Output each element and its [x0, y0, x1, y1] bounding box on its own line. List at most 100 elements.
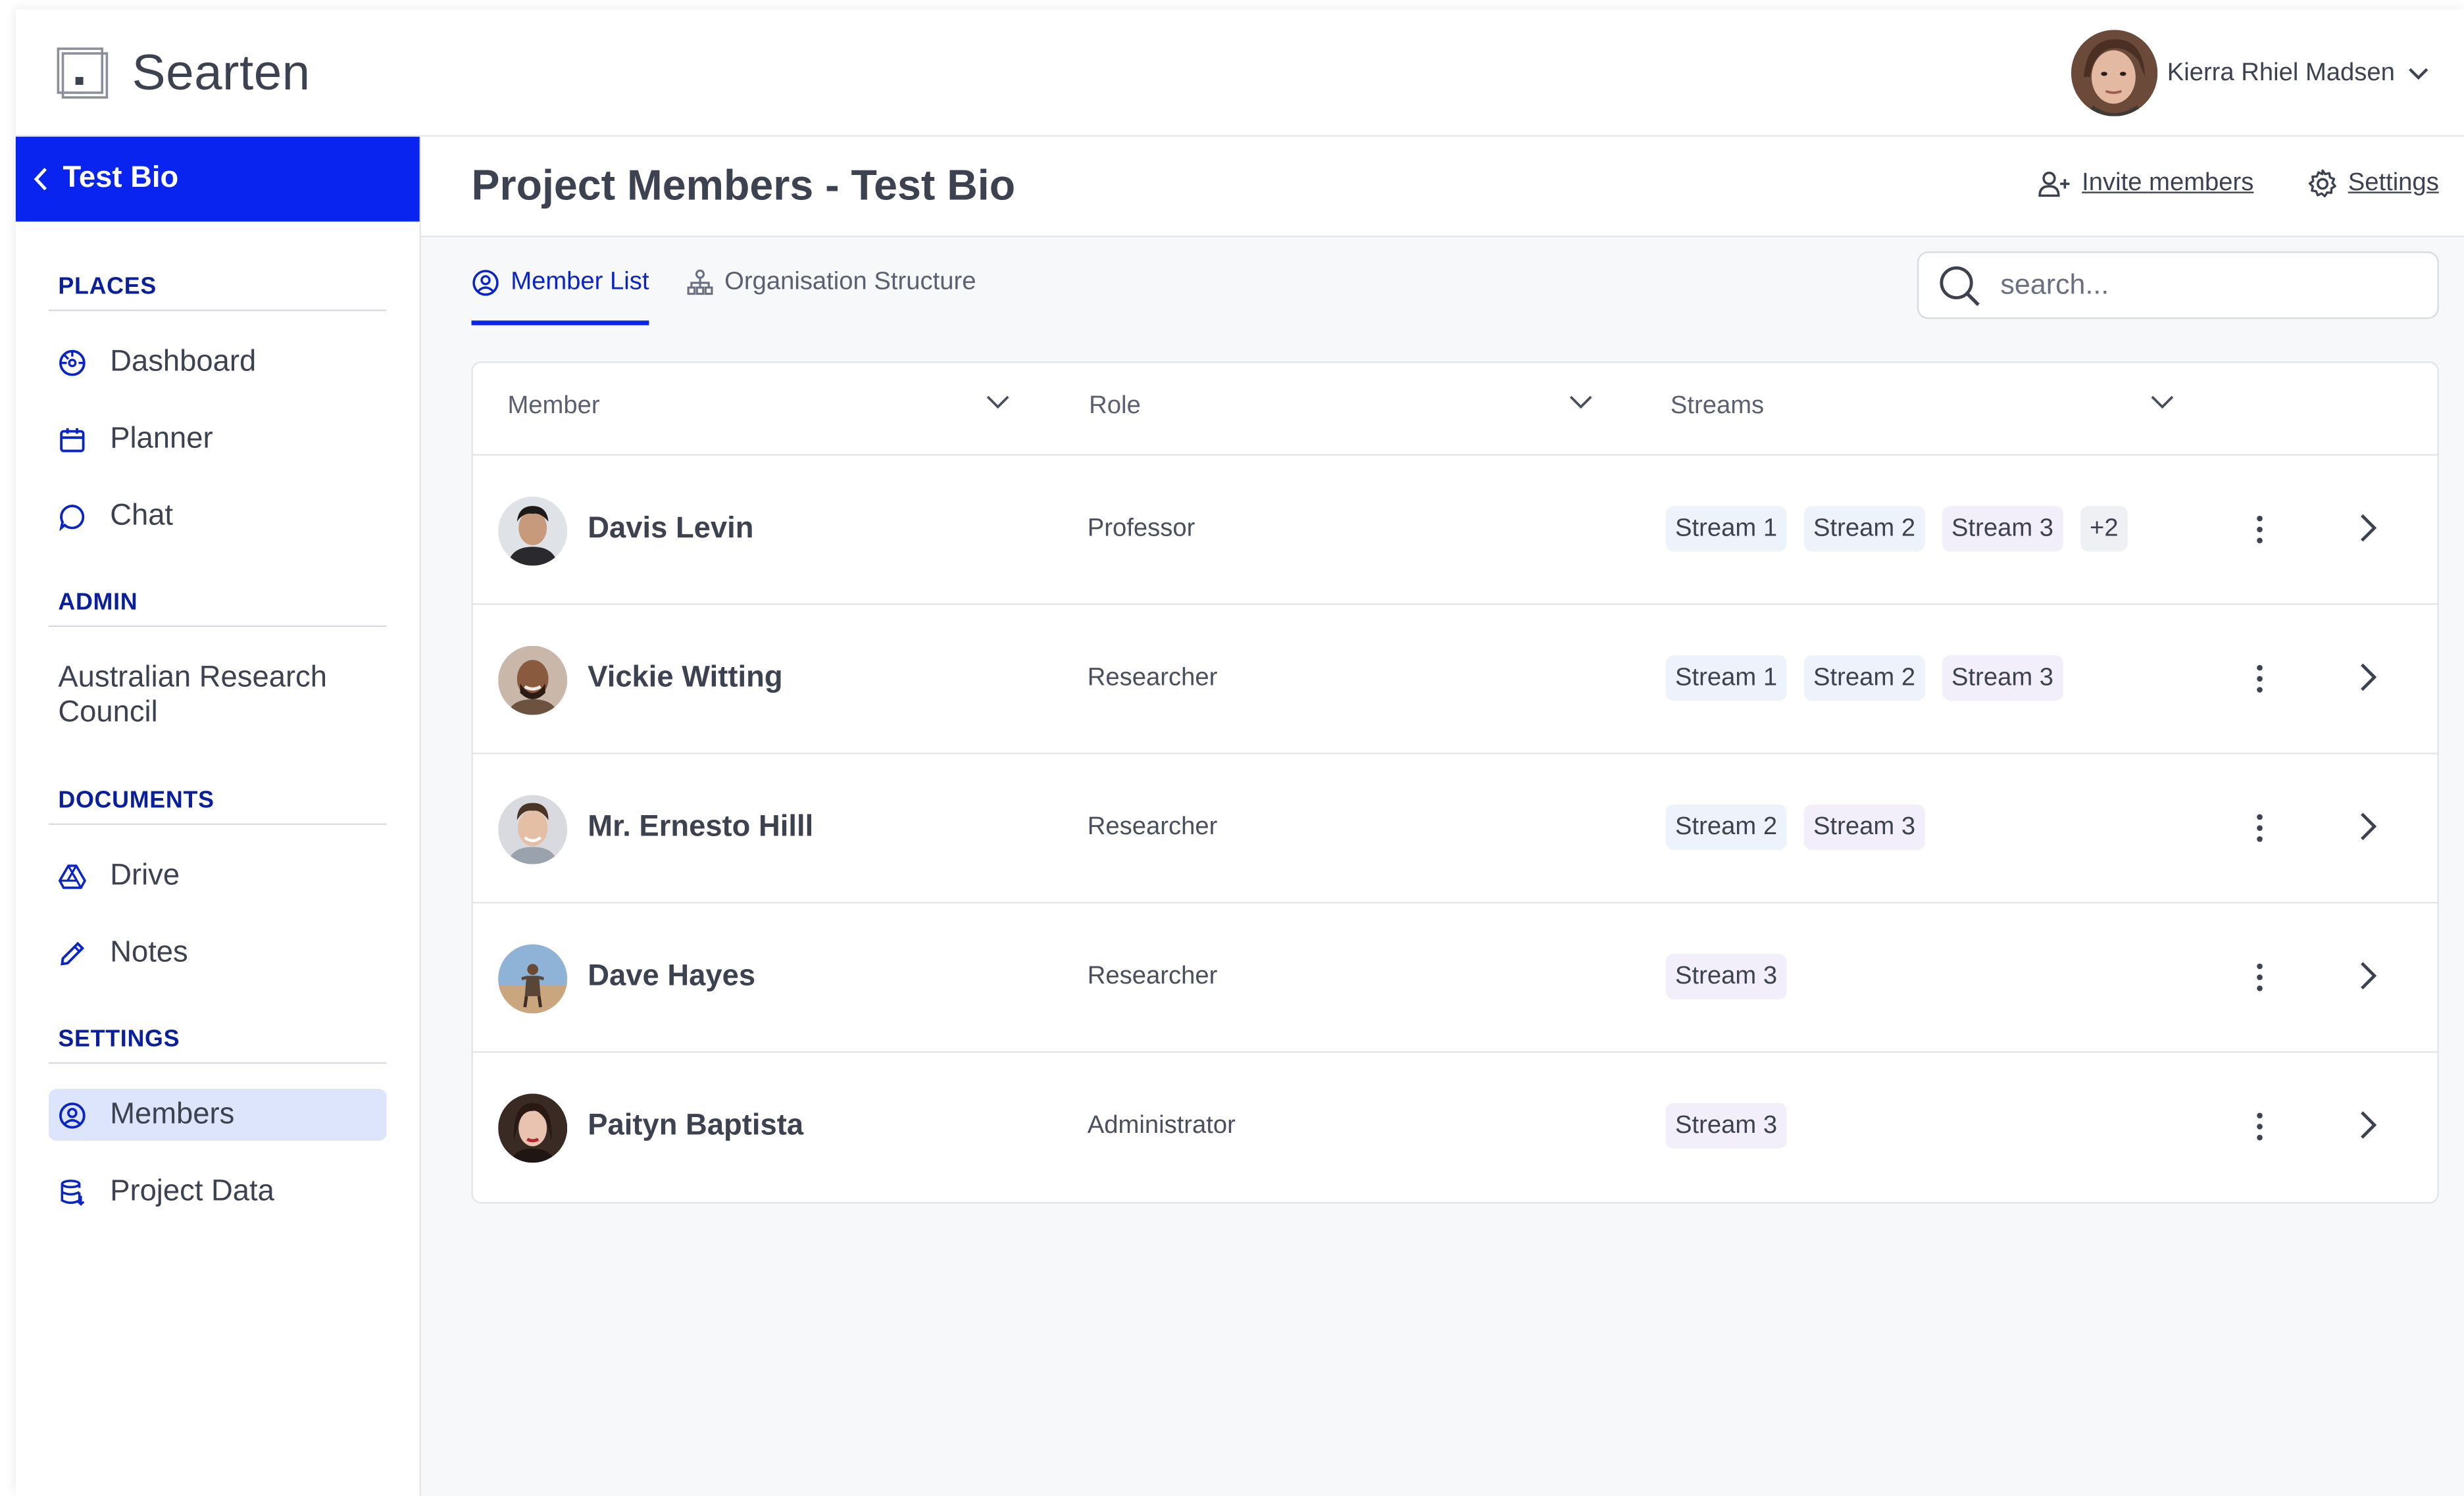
member-name: Davis Levin	[588, 512, 754, 545]
sidebar: Test Bio PLACES Dashboard Planner Chat A…	[15, 136, 422, 1496]
chevron-right-icon[interactable]	[2359, 810, 2378, 842]
table-row[interactable]: Vickie Witting Researcher Stream 1 Strea…	[472, 605, 2438, 755]
dashboard-icon	[58, 348, 86, 376]
stream-chip[interactable]: Stream 3	[1942, 506, 2063, 552]
more-options-icon[interactable]	[2253, 512, 2266, 547]
chat-icon	[58, 502, 86, 531]
more-options-icon[interactable]	[2253, 662, 2266, 697]
more-streams-chip[interactable]: +2	[2080, 506, 2128, 552]
user-menu[interactable]: Kierra Rhiel Madsen	[2071, 30, 2429, 116]
member-role: Researcher	[1087, 814, 1218, 841]
stream-chip[interactable]: Stream 3	[1803, 804, 1925, 851]
app-logo[interactable]: Searten	[57, 44, 311, 102]
stream-list: Stream 2 Stream 3	[1665, 804, 1942, 851]
table-row[interactable]: Dave Hayes Researcher Stream 3	[472, 903, 2438, 1053]
tab-label: Member List	[511, 268, 649, 296]
sidebar-item-label: Members	[110, 1097, 235, 1131]
more-options-icon[interactable]	[2253, 1109, 2266, 1144]
stream-chip[interactable]: Stream 3	[1942, 655, 2063, 701]
members-icon	[472, 270, 499, 296]
table-row[interactable]: Mr. Ernesto Hilll Researcher Stream 2 St…	[472, 754, 2438, 904]
back-label: Test Bio	[63, 162, 179, 195]
search-box	[1917, 251, 2439, 319]
members-icon	[58, 1101, 86, 1129]
column-header-member: Member	[507, 393, 600, 420]
members-table: Member Role Streams Davis Levin Professo…	[471, 361, 2439, 1204]
member-name: Dave Hayes	[588, 960, 756, 993]
invite-members-button[interactable]: Invite members	[2038, 170, 2253, 198]
tab-label: Organisation Structure	[724, 268, 976, 296]
sidebar-item-planner[interactable]: Planner	[49, 413, 387, 465]
tab-member-list[interactable]: Member List	[471, 268, 649, 326]
sidebar-item-label: Drive	[110, 859, 180, 892]
sidebar-item-label: Chat	[110, 499, 174, 532]
sidebar-item-label: Notes	[110, 935, 188, 969]
column-header-streams: Streams	[1670, 393, 1765, 420]
stream-chip[interactable]: Stream 1	[1665, 655, 1787, 701]
chevron-down-icon	[2409, 67, 2428, 80]
chevron-down-icon[interactable]	[986, 394, 1011, 410]
stream-chip[interactable]: Stream 3	[1665, 1103, 1787, 1149]
stream-list: Stream 3	[1665, 1103, 1804, 1149]
member-role: Professor	[1087, 515, 1195, 542]
chevron-left-icon	[34, 168, 47, 191]
chevron-right-icon[interactable]	[2359, 960, 2378, 991]
sidebar-section-admin: ADMIN Australian Research Council	[49, 589, 387, 731]
chevron-down-icon[interactable]	[2150, 394, 2175, 410]
stream-list: Stream 1 Stream 2 Stream 3 +2	[1665, 506, 2145, 552]
tab-organisation-structure[interactable]: Organisation Structure	[687, 268, 976, 325]
sidebar-item-label: Dashboard	[110, 345, 257, 378]
stream-list: Stream 1 Stream 2 Stream 3	[1665, 655, 2080, 701]
chevron-down-icon[interactable]	[1569, 394, 1594, 410]
avatar	[498, 645, 568, 715]
stream-chip[interactable]: Stream 2	[1803, 506, 1925, 552]
invite-members-label: Invite members	[2082, 169, 2254, 197]
sidebar-item-members[interactable]: Members	[49, 1089, 387, 1141]
search-input[interactable]	[2000, 268, 2394, 302]
main-content: Project Members - Test Bio Invite member…	[421, 136, 2464, 1496]
stream-chip[interactable]: Stream 3	[1665, 953, 1787, 1000]
sidebar-item-label: Project Data	[110, 1174, 274, 1208]
member-role: Administrator	[1087, 1112, 1236, 1139]
back-to-project-button[interactable]: Test Bio	[15, 136, 420, 222]
table-row[interactable]: Davis Levin Professor Stream 1 Stream 2 …	[472, 456, 2438, 605]
sidebar-item-australian-research-council[interactable]: Australian Research Council	[49, 662, 387, 731]
page-title: Project Members - Test Bio	[471, 162, 1016, 209]
search-icon	[1940, 265, 1980, 306]
sidebar-item-notes[interactable]: Notes	[49, 927, 387, 979]
avatar	[498, 1093, 568, 1163]
chevron-right-icon[interactable]	[2359, 1109, 2378, 1141]
logo-icon	[57, 47, 109, 98]
chevron-right-icon[interactable]	[2359, 512, 2378, 544]
more-options-icon[interactable]	[2253, 810, 2266, 845]
stream-chip[interactable]: Stream 1	[1665, 506, 1787, 552]
section-heading: ADMIN	[49, 589, 387, 627]
app-window: Searten Kierra Rhiel Madsen Test Bio PLA…	[15, 9, 2464, 1496]
section-heading: PLACES	[49, 274, 387, 311]
table-header: Member Role Streams	[472, 363, 2438, 456]
avatar	[498, 496, 568, 566]
table-row[interactable]: Paityn Baptista Administrator Stream 3	[473, 1053, 2438, 1202]
database-icon	[58, 1178, 86, 1206]
add-user-icon	[2038, 171, 2070, 197]
sidebar-item-label: Planner	[110, 422, 213, 455]
member-role: Researcher	[1087, 664, 1218, 691]
stream-chip[interactable]: Stream 2	[1803, 655, 1925, 701]
gear-icon	[2309, 169, 2337, 197]
more-options-icon[interactable]	[2253, 960, 2266, 995]
sidebar-item-project-data[interactable]: Project Data	[49, 1166, 387, 1218]
member-name: Mr. Ernesto Hilll	[588, 810, 814, 844]
sidebar-item-dashboard[interactable]: Dashboard	[49, 336, 387, 388]
sidebar-item-chat[interactable]: Chat	[49, 490, 387, 542]
sidebar-item-drive[interactable]: Drive	[49, 850, 387, 902]
settings-button[interactable]: Settings	[2307, 168, 2439, 200]
sidebar-section-settings: SETTINGS Members Project Data	[49, 1026, 387, 1218]
sidebar-section-places: PLACES Dashboard Planner Chat	[49, 274, 387, 542]
calendar-icon	[58, 425, 86, 453]
avatar	[498, 944, 568, 1014]
chevron-right-icon[interactable]	[2359, 662, 2378, 693]
section-heading: SETTINGS	[49, 1026, 387, 1064]
top-bar: Searten Kierra Rhiel Madsen	[15, 9, 2464, 137]
stream-chip[interactable]: Stream 2	[1665, 804, 1787, 851]
drive-icon	[58, 862, 87, 890]
